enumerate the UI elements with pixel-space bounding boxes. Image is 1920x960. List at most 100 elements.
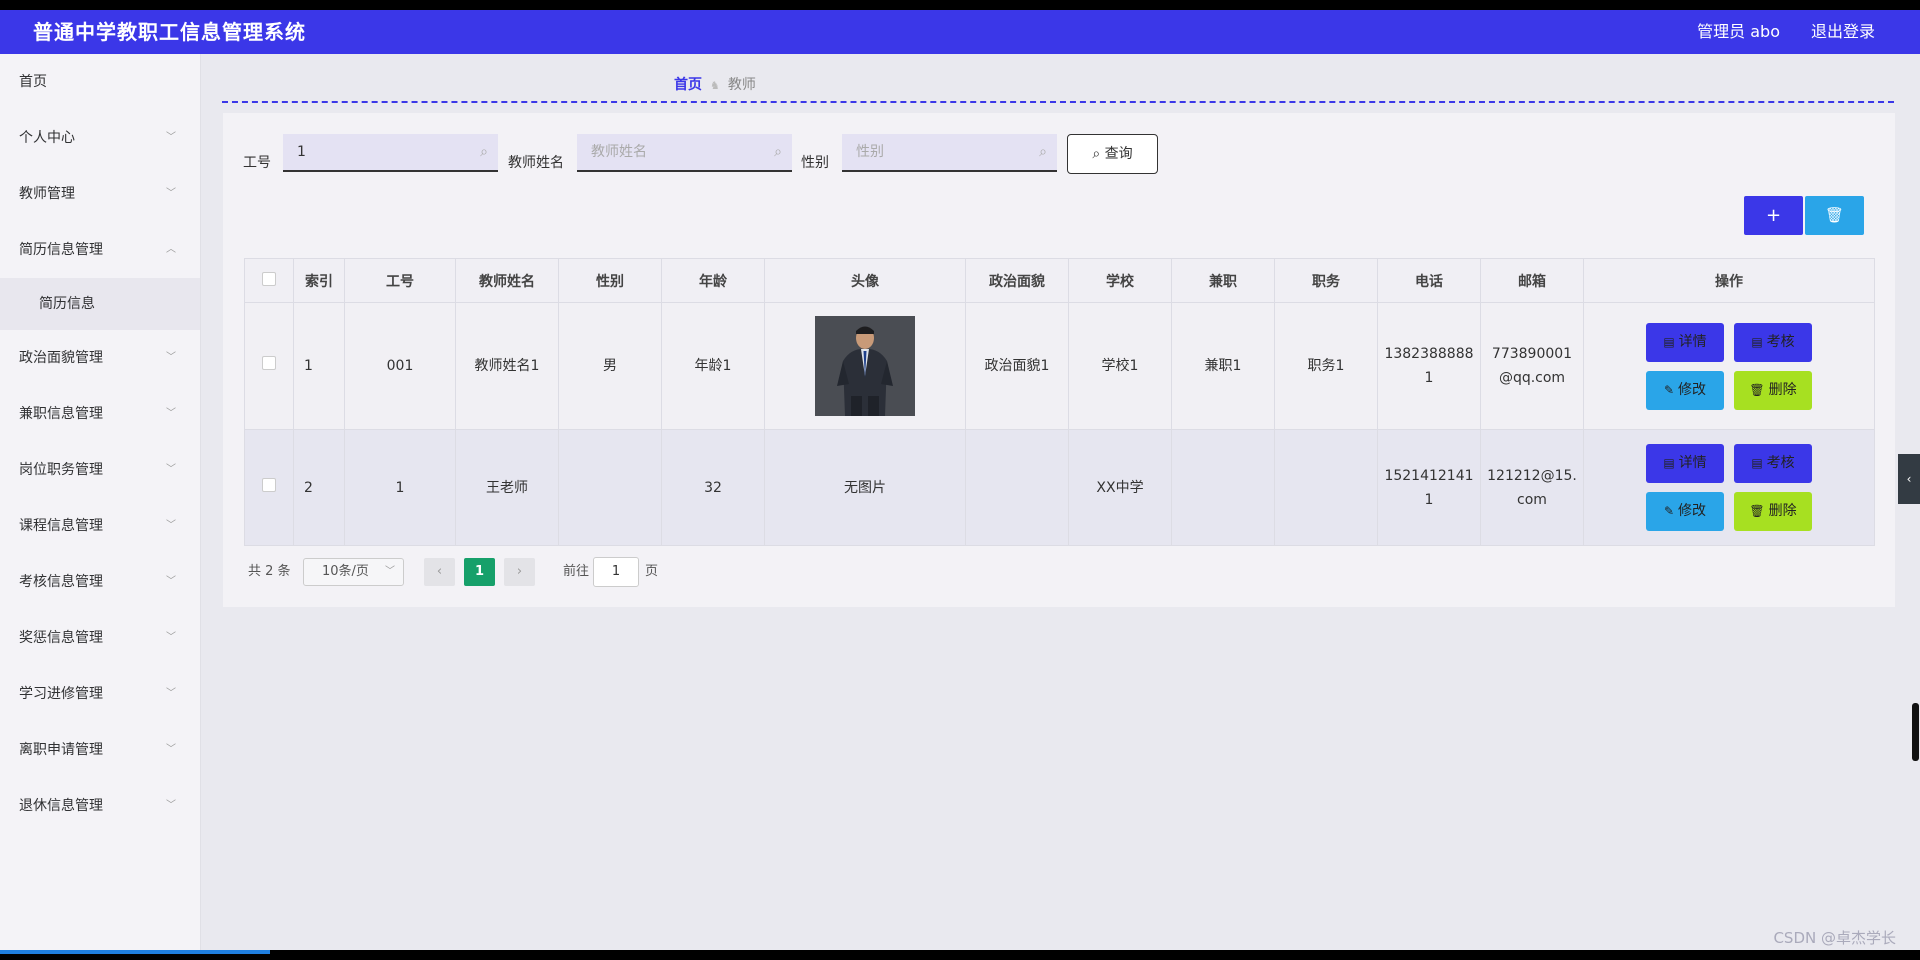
cell-phone: 13823888881	[1377, 302, 1481, 430]
cell-position	[1274, 429, 1378, 546]
breadcrumb-current: 教师	[727, 77, 756, 93]
delete-button-label: 删除	[1768, 381, 1797, 398]
page-size-select[interactable]: 10条/页 ﹀	[303, 558, 404, 586]
column-header: 电话	[1377, 258, 1481, 303]
sidebar-item-study-manage[interactable]: 学习进修管理 ﹀	[0, 666, 200, 722]
sidebar-item-label: 教师管理	[19, 186, 75, 202]
sidebar-item-label: 个人中心	[19, 130, 75, 146]
sidebar-item-parttime-manage[interactable]: 兼职信息管理 ﹀	[0, 386, 200, 442]
cell-actions: ▤ 详情 ▤ 考核 ✎ 修改 🗑 删除	[1583, 429, 1875, 546]
prev-page-button[interactable]: ‹	[424, 558, 455, 586]
delete-button[interactable]: 🗑 删除	[1734, 370, 1812, 410]
cell-id: 001	[344, 302, 456, 430]
gender-input-placeholder: 性别	[856, 144, 884, 160]
column-header: 年龄	[661, 258, 765, 303]
sidebar: 首页 个人中心 ﹀ 教师管理 ﹀ 简历信息管理 ︿ 简历信息 政治面貌管理 ﹀ 兼职信息…	[0, 54, 201, 950]
id-input-value: 1	[297, 144, 306, 160]
assess-button[interactable]: ▤ 考核	[1734, 444, 1812, 483]
assess-button-label: 考核	[1766, 333, 1795, 350]
chevron-down-icon: ﹀	[166, 408, 176, 419]
document-icon: ▤	[1751, 456, 1763, 470]
sidebar-item-label: 学习进修管理	[19, 686, 103, 702]
search-icon: ⌕	[774, 144, 782, 160]
sidebar-subitem-resume-info[interactable]: 简历信息	[0, 278, 200, 330]
admin-user-label: 管理员 abo	[1697, 22, 1780, 41]
cell-politics: 政治面貌1	[965, 302, 1069, 430]
cell-age: 年龄1	[661, 302, 765, 430]
batch-delete-button[interactable]: 🗑	[1805, 196, 1864, 235]
breadcrumb-home[interactable]: 首页	[674, 77, 702, 93]
goto-label: 前往	[563, 564, 590, 579]
chevron-left-icon: ‹	[436, 564, 443, 579]
cell-gender	[558, 429, 662, 546]
row-actions: ▤ 详情 ▤ 考核 ✎ 修改 🗑 删除	[1604, 322, 1854, 410]
sidebar-item-resume-manage[interactable]: 简历信息管理 ︿	[0, 222, 200, 278]
column-header: 政治面貌	[965, 258, 1069, 303]
sidebar-item-label: 离职申请管理	[19, 742, 103, 758]
sidebar-item-assess-manage[interactable]: 考核信息管理 ﹀	[0, 554, 200, 610]
detail-button[interactable]: ▤ 详情	[1646, 322, 1724, 362]
document-icon: ▤	[1663, 456, 1675, 470]
select-all-checkbox-cell	[244, 258, 294, 303]
teacher-table: 索引 工号 教师姓名 性别 年龄 头像 政治面貌 学校 兼职 职务 电话 邮箱 …	[244, 258, 1875, 546]
cell-index: 1	[293, 302, 345, 430]
detail-button[interactable]: ▤ 详情	[1646, 444, 1724, 483]
query-button[interactable]: ⌕ 查询	[1067, 134, 1158, 174]
chevron-down-icon: ﹀	[166, 520, 176, 531]
column-header: 工号	[344, 258, 456, 303]
goto-page-input[interactable]: 1	[593, 557, 639, 587]
sidebar-item-reward-manage[interactable]: 奖惩信息管理 ﹀	[0, 610, 200, 666]
cell-name: 王老师	[455, 429, 559, 546]
cell-actions: ▤ 详情 ▤ 考核 ✎ 修改 🗑 删除	[1583, 302, 1875, 430]
edit-icon: ✎	[1663, 504, 1675, 518]
sidebar-item-resign-manage[interactable]: 离职申请管理 ﹀	[0, 722, 200, 778]
cell-position: 职务1	[1274, 302, 1378, 430]
sidebar-item-politics-manage[interactable]: 政治面貌管理 ﹀	[0, 330, 200, 386]
logout-link[interactable]: 退出登录	[1811, 10, 1875, 54]
sidebar-item-teacher-manage[interactable]: 教师管理 ﹀	[0, 166, 200, 222]
edit-button[interactable]: ✎ 修改	[1646, 492, 1724, 531]
assess-button[interactable]: ▤ 考核	[1734, 322, 1812, 362]
column-header: 操作	[1583, 258, 1875, 303]
row-checkbox[interactable]	[262, 356, 276, 370]
trash-icon: 🗑	[1749, 382, 1765, 397]
column-header: 学校	[1068, 258, 1172, 303]
cell-avatar: 无图片	[764, 429, 966, 546]
gender-search-input[interactable]: 性别 ⌕	[842, 134, 1057, 172]
edit-button[interactable]: ✎ 修改	[1646, 370, 1724, 410]
next-page-button[interactable]: ›	[504, 558, 535, 586]
chevron-right-icon: ›	[516, 564, 523, 579]
column-header: 索引	[293, 258, 345, 303]
page-number-current[interactable]: 1	[464, 558, 495, 586]
chevron-up-icon: ︿	[166, 244, 176, 255]
chevron-down-icon: ﹀	[166, 352, 176, 363]
video-progress-bar[interactable]	[0, 950, 270, 954]
column-header: 职务	[1274, 258, 1378, 303]
name-search-input[interactable]: 教师姓名 ⌕	[577, 134, 792, 172]
table-header-row: 索引 工号 教师姓名 性别 年龄 头像 政治面貌 学校 兼职 职务 电话 邮箱 …	[244, 258, 1875, 303]
scrollbar[interactable]	[1912, 703, 1919, 761]
search-icon: ⌕	[1092, 146, 1105, 162]
side-collapse-tab[interactable]: ‹	[1898, 454, 1920, 504]
sidebar-item-retire-manage[interactable]: 退休信息管理 ﹀	[0, 778, 200, 834]
id-search-input[interactable]: 1 ⌕	[283, 134, 498, 172]
select-all-checkbox[interactable]	[262, 271, 276, 286]
chevron-down-icon: ﹀	[166, 632, 176, 643]
query-button-label: 查询	[1104, 146, 1133, 162]
sidebar-item-position-manage[interactable]: 岗位职务管理 ﹀	[0, 442, 200, 498]
search-icon: ⌕	[1039, 144, 1047, 160]
sidebar-item-label: 兼职信息管理	[19, 406, 103, 422]
sidebar-item-course-manage[interactable]: 课程信息管理 ﹀	[0, 498, 200, 554]
add-button[interactable]: +	[1744, 196, 1803, 235]
cell-parttime	[1171, 429, 1275, 546]
chevron-down-icon: ﹀	[166, 800, 176, 811]
cell-school: XX中学	[1068, 429, 1172, 546]
delete-button[interactable]: 🗑 删除	[1734, 492, 1812, 531]
sidebar-item-home[interactable]: 首页	[0, 54, 200, 110]
row-checkbox[interactable]	[262, 477, 276, 492]
breadcrumb-separator-icon: ♞	[710, 79, 720, 92]
column-header: 兼职	[1171, 258, 1275, 303]
cell-gender: 男	[558, 302, 662, 430]
page-unit-label: 页	[645, 564, 659, 579]
sidebar-item-personal-center[interactable]: 个人中心 ﹀	[0, 110, 200, 166]
